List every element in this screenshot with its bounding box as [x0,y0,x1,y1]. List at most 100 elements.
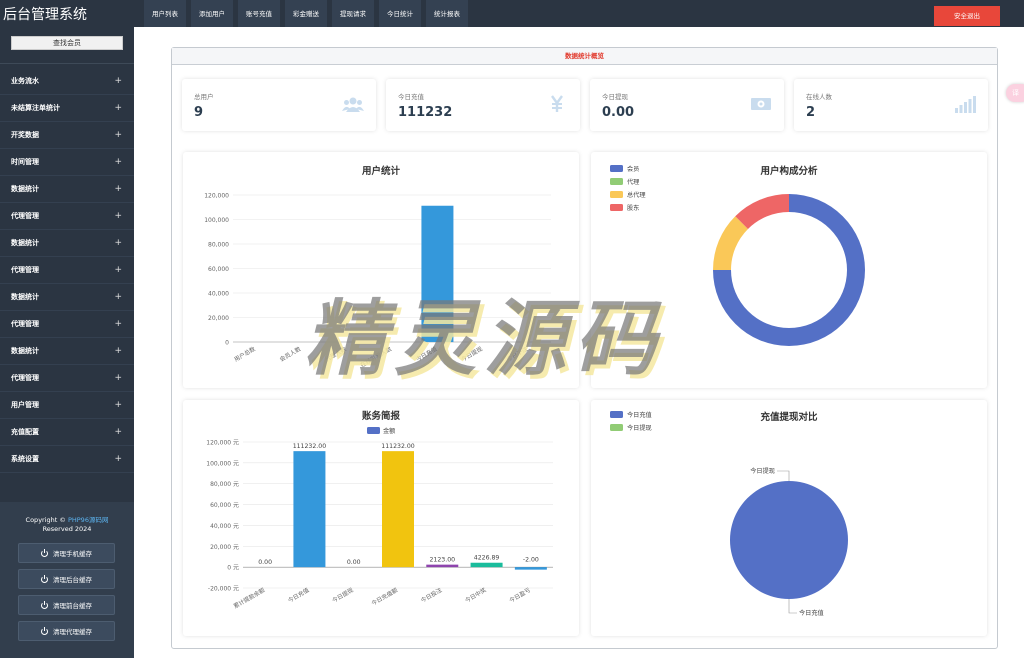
menu-item-label: 数据统计 [11,347,39,355]
menu-item-label: 时间管理 [11,158,39,166]
plus-icon: + [114,76,122,86]
sidebar-menu-item[interactable]: 代理管理 + [0,311,134,338]
plus-icon: + [114,265,122,275]
y-tick-label: 100,000 [204,217,229,224]
menu-item-label: 代理管理 [11,212,39,220]
x-tick-label: 今日提现 [460,345,484,364]
data-label: 111232.00 [293,443,327,450]
slice-label: 今日提现 [750,467,775,475]
copyright-link[interactable]: PHP96源码网 [68,516,109,524]
sidebar-menu-item[interactable]: 数据统计 + [0,338,134,365]
copyright-suffix: Reserved 2024 [42,525,92,533]
legend-label: 金额 [383,427,396,435]
top-nav-item[interactable]: 统计报表 [426,0,468,27]
plus-icon: + [114,184,122,194]
top-nav-item[interactable]: 账号充值 [238,0,280,27]
top-bar: 用户列表 添加用户 账号充值 彩金赠送 提现请求 今日统计 统计报表 安全退出 [134,0,1024,27]
member-search-input[interactable]: 查找会员 [11,36,123,50]
stat-card-today-withdraw: 今日提现 0.00 [590,79,784,131]
cache-button-label: 清理代理缓存 [53,628,92,636]
power-icon [41,600,48,609]
menu-item-label: 数据统计 [11,239,39,247]
plus-icon: + [114,373,122,383]
pie-slice [729,481,848,599]
sidebar-menu-item[interactable]: 代理管理 + [0,257,134,284]
top-nav-item[interactable]: 用户列表 [144,0,186,27]
user-composition-chart: 用户构成分析 会员代理总代理股东 [610,165,865,346]
top-nav-item[interactable]: 今日统计 [379,0,421,27]
legend-label: 代理 [627,178,639,186]
x-tick-label: 今日投注 [419,586,443,605]
clear-frontend-cache-button[interactable]: 清理前台缓存 [18,595,115,615]
x-tick-label: 今日充值额 [370,586,399,608]
label-line [788,599,797,614]
menu-item-label: 开奖数据 [11,131,39,139]
chart-title: 用户统计 [361,165,401,177]
y-tick-label: -20,000 元 [208,586,239,593]
sidebar-menu-item[interactable]: 开奖数据 + [0,122,134,149]
sidebar-menu-item[interactable]: 充值配置 + [0,419,134,446]
slice-label: 今日充值 [799,609,824,617]
y-tick-label: 40,000 元 [210,523,239,530]
menu-item-label: 代理管理 [11,374,39,382]
x-tick-label: 今日下注 [505,345,529,364]
y-tick-label: 80,000 元 [210,481,239,488]
donut-slice [735,194,789,229]
x-tick-label: 今日中奖 [463,586,487,605]
chart-title: 用户构成分析 [759,165,818,177]
y-tick-label: 0 [225,340,229,347]
legend-swatch [610,204,623,211]
stat-card-online-users: 在线人数 2 [794,79,988,131]
legend-swatch [367,427,380,434]
logout-button[interactable]: 安全退出 [934,6,1000,26]
top-nav: 用户列表 添加用户 账号充值 彩金赠送 提现请求 今日统计 统计报表 [144,0,468,27]
sidebar-menu-item[interactable]: 业务流水 + [0,68,134,95]
x-tick-label: 在线彩票人数 [359,345,393,369]
y-tick-label: 120,000 [204,193,229,200]
x-tick-label: 用户总数 [233,345,257,364]
legend-label: 会员 [627,165,639,173]
plus-icon: + [114,292,122,302]
y-tick-label: 20,000 [208,315,229,322]
copyright-prefix: Copyright © [25,516,66,524]
cache-button-label: 清理前台缓存 [53,602,92,610]
clear-mobile-cache-button[interactable]: 清理手机缓存 [18,543,115,563]
sidebar-menu-item[interactable]: 时间管理 + [0,149,134,176]
plus-icon: + [114,454,122,464]
menu-divider [0,63,134,64]
y-tick-label: 40,000 [208,291,229,298]
top-nav-item[interactable]: 提现请求 [332,0,374,27]
sidebar-menu-item[interactable]: 系统设置 + [0,446,134,473]
legend-swatch [610,165,623,172]
menu-item-label: 代理管理 [11,266,39,274]
top-nav-item[interactable]: 添加用户 [191,0,233,27]
sidebar-menu-item[interactable]: 代理管理 + [0,365,134,392]
deposit-withdraw-chart: 充值提现对比今日充值今日提现今日提现今日充值 [610,411,848,617]
y-tick-label: 60,000 元 [210,502,239,509]
clear-admin-cache-button[interactable]: 清理后台缓存 [18,569,115,589]
top-nav-item[interactable]: 彩金赠送 [285,0,327,27]
bar [514,567,547,570]
data-label: 0.00 [258,559,272,566]
sidebar-menu-item[interactable]: 数据统计 + [0,176,134,203]
sidebar-menu-item[interactable]: 数据统计 + [0,284,134,311]
y-tick-label: 80,000 [208,242,229,249]
clear-agent-cache-button[interactable]: 清理代理缓存 [18,621,115,641]
sidebar-menu-item[interactable]: 用户管理 + [0,392,134,419]
translate-side-tab[interactable]: 译 [1006,84,1024,102]
x-tick-label: 今日充值 [414,345,438,364]
legend-label: 股东 [627,204,639,212]
cache-button-label: 清理手机缓存 [53,550,92,558]
y-tick-label: 0 元 [227,565,239,572]
label-line [777,470,790,481]
stat-value: 9 [194,105,204,120]
plus-icon: + [114,346,122,356]
menu-item-label: 数据统计 [11,293,39,301]
sidebar: 后台管理系统 查找会员 业务流水 + 未结算注单统计 + 开奖数据 + 时间管理 + 数据统计 +… [0,0,134,658]
sidebar-menu-item[interactable]: 未结算注单统计 + [0,95,134,122]
x-tick-label: 代理人数 [323,345,347,364]
power-icon [41,548,48,557]
yen-icon [551,95,563,112]
sidebar-menu-item[interactable]: 代理管理 + [0,203,134,230]
sidebar-menu-item[interactable]: 数据统计 + [0,230,134,257]
